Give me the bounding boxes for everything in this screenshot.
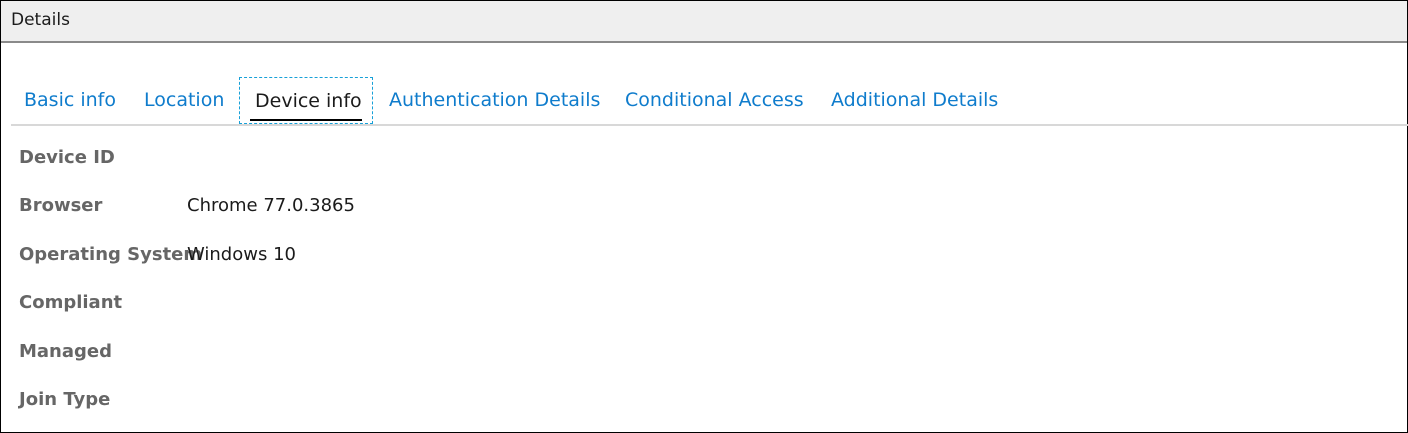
panel-header: Details [1,1,1407,43]
tab-label-authentication-details: Authentication Details [389,89,601,111]
tab-label-location: Location [144,89,225,111]
tab-label-additional-details: Additional Details [831,89,999,111]
join-type-label: Join Type [19,389,111,410]
tab-label-device-info: Device info [255,90,362,112]
browser-label: Browser [19,195,103,216]
device-id-label: Device ID [19,147,115,168]
details-panel: Details Basic info Location Device info … [0,0,1408,433]
tab-label-basic-info: Basic info [24,89,116,111]
tab-basic-info[interactable]: Basic info [24,77,134,124]
tab-conditional-access[interactable]: Conditional Access [625,77,811,124]
operating-system-label: Operating System [19,244,203,265]
tab-device-info[interactable]: Device info [239,77,373,124]
panel-title: Details [11,10,70,30]
tab-authentication-details[interactable]: Authentication Details [389,77,604,124]
operating-system-value: Windows 10 [187,244,296,265]
managed-label: Managed [19,341,112,362]
compliant-label: Compliant [19,292,123,313]
tab-label-conditional-access: Conditional Access [625,89,804,111]
details-tab-bar: Basic info Location Device info Authenti… [11,77,1408,126]
tab-additional-details[interactable]: Additional Details [831,77,1006,124]
tab-location[interactable]: Location [144,77,234,124]
browser-value: Chrome 77.0.3865 [187,195,355,216]
